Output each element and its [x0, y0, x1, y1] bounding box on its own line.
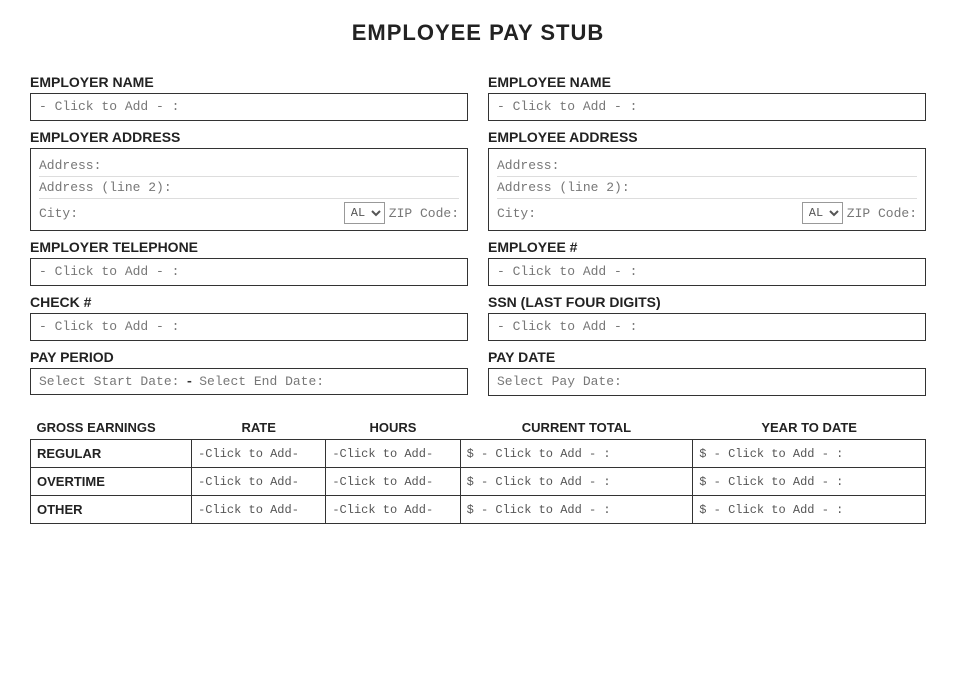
employer-state-select[interactable]: AL AK AZ AR CA: [344, 202, 385, 224]
employer-address-label: EMPLOYER ADDRESS: [30, 129, 468, 145]
employee-address-city-row: City: AL AK AZ AR CA ZIP Code:: [497, 199, 917, 224]
employer-name-input[interactable]: - Click to Add - :: [30, 93, 468, 121]
earnings-label-1: OVERTIME: [31, 468, 192, 496]
employer-city-label[interactable]: City:: [39, 206, 340, 221]
page-title: EMPLOYEE PAY STUB: [30, 20, 926, 46]
pay-period-end[interactable]: Select End Date:: [199, 374, 324, 389]
check-input[interactable]: - Click to Add - :: [30, 313, 468, 341]
employee-zip-label[interactable]: ZIP Code:: [847, 206, 917, 221]
earnings-table: GROSS EARNINGS RATE HOURS CURRENT TOTAL …: [30, 416, 926, 524]
ssn-input[interactable]: - Click to Add - :: [488, 313, 926, 341]
employee-name-label: EMPLOYEE NAME: [488, 74, 926, 90]
pay-period-box[interactable]: Select Start Date: - Select End Date:: [30, 368, 468, 395]
earnings-ytd-0[interactable]: $ - Click to Add - :: [693, 440, 926, 468]
employer-address-line2[interactable]: Address (line 2):: [39, 177, 459, 199]
col-header-rate: RATE: [192, 416, 326, 440]
employee-address-label: EMPLOYEE ADDRESS: [488, 129, 926, 145]
earnings-rate-2[interactable]: -Click to Add-: [192, 496, 326, 524]
pay-period-start[interactable]: Select Start Date:: [39, 374, 179, 389]
employer-name-label: EMPLOYER NAME: [30, 74, 468, 90]
col-header-gross: GROSS EARNINGS: [31, 416, 192, 440]
employee-address-line1[interactable]: Address:: [497, 155, 917, 177]
earnings-ytd-1[interactable]: $ - Click to Add - :: [693, 468, 926, 496]
earnings-row: OTHER-Click to Add--Click to Add-$ - Cli…: [31, 496, 926, 524]
check-label: CHECK #: [30, 294, 468, 310]
employee-address-box[interactable]: Address: Address (line 2): City: AL AK A…: [488, 148, 926, 231]
employer-address-city-row: City: AL AK AZ AR CA ZIP Code:: [39, 199, 459, 224]
earnings-rate-0[interactable]: -Click to Add-: [192, 440, 326, 468]
employee-num-input[interactable]: - Click to Add - :: [488, 258, 926, 286]
col-header-hours: HOURS: [326, 416, 460, 440]
employee-address-line2[interactable]: Address (line 2):: [497, 177, 917, 199]
earnings-label-2: OTHER: [31, 496, 192, 524]
employee-name-input[interactable]: - Click to Add - :: [488, 93, 926, 121]
earnings-ytd-2[interactable]: $ - Click to Add - :: [693, 496, 926, 524]
earnings-hours-0[interactable]: -Click to Add-: [326, 440, 460, 468]
employee-state-select[interactable]: AL AK AZ AR CA: [802, 202, 843, 224]
employee-city-label[interactable]: City:: [497, 206, 798, 221]
employer-tel-input[interactable]: - Click to Add - :: [30, 258, 468, 286]
right-column: EMPLOYEE NAME - Click to Add - : EMPLOYE…: [488, 66, 926, 396]
left-column: EMPLOYER NAME - Click to Add - : EMPLOYE…: [30, 66, 468, 396]
earnings-current-0[interactable]: $ - Click to Add - :: [460, 440, 693, 468]
earnings-current-2[interactable]: $ - Click to Add - :: [460, 496, 693, 524]
earnings-label-0: REGULAR: [31, 440, 192, 468]
employer-tel-label: EMPLOYER TELEPHONE: [30, 239, 468, 255]
pay-period-label: PAY PERIOD: [30, 349, 468, 365]
earnings-current-1[interactable]: $ - Click to Add - :: [460, 468, 693, 496]
col-header-current: CURRENT TOTAL: [460, 416, 693, 440]
earnings-rate-1[interactable]: -Click to Add-: [192, 468, 326, 496]
earnings-row: REGULAR-Click to Add--Click to Add-$ - C…: [31, 440, 926, 468]
earnings-hours-1[interactable]: -Click to Add-: [326, 468, 460, 496]
earnings-row: OVERTIME-Click to Add--Click to Add-$ - …: [31, 468, 926, 496]
employer-address-box[interactable]: Address: Address (line 2): City: AL AK A…: [30, 148, 468, 231]
earnings-section: GROSS EARNINGS RATE HOURS CURRENT TOTAL …: [30, 416, 926, 524]
ssn-label: SSN (LAST FOUR DIGITS): [488, 294, 926, 310]
employer-address-line1[interactable]: Address:: [39, 155, 459, 177]
pay-date-input[interactable]: Select Pay Date:: [488, 368, 926, 396]
pay-period-dash: -: [185, 374, 193, 389]
earnings-hours-2[interactable]: -Click to Add-: [326, 496, 460, 524]
employee-num-label: EMPLOYEE #: [488, 239, 926, 255]
pay-date-label: PAY DATE: [488, 349, 926, 365]
employer-zip-label[interactable]: ZIP Code:: [389, 206, 459, 221]
col-header-ytd: YEAR TO DATE: [693, 416, 926, 440]
